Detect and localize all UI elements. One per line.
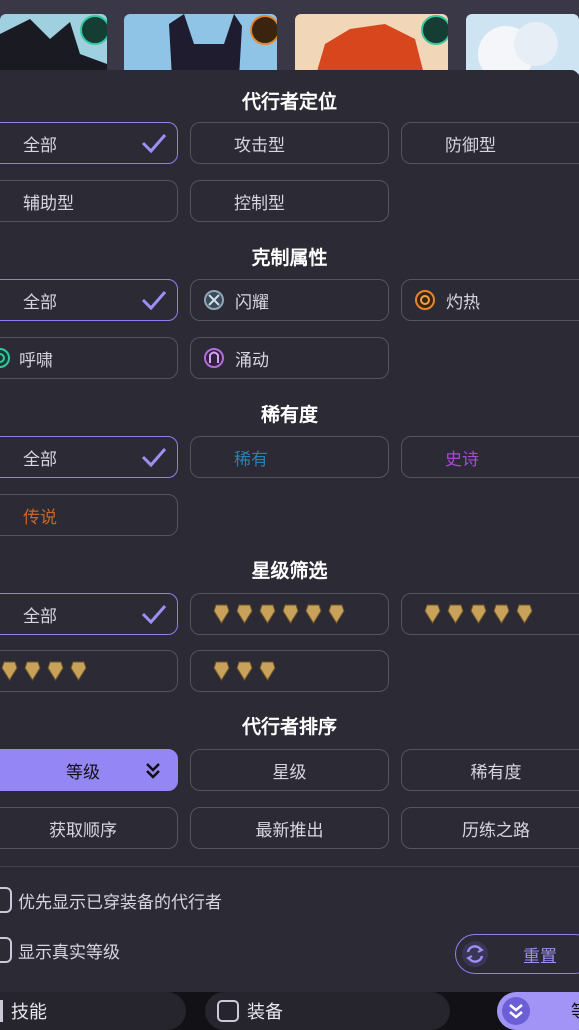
star-icon — [236, 661, 253, 681]
element-option-shine[interactable]: 闪耀 — [190, 279, 389, 321]
star-rating-row — [213, 661, 276, 681]
section-title-rarity: 稀有度 — [260, 404, 318, 426]
check-icon — [141, 605, 167, 625]
character-card[interactable] — [295, 14, 448, 75]
character-card-strip — [0, 0, 579, 75]
check-icon — [141, 448, 167, 468]
sort-option-newest[interactable]: 最新推出 — [190, 807, 389, 849]
star-icon — [424, 604, 441, 624]
skills-tab[interactable]: 技能 — [0, 992, 186, 1030]
element-option-all[interactable]: 全部 — [0, 279, 178, 321]
section-title-role: 代行者定位 — [241, 91, 337, 113]
filter-panel: 代行者定位 全部 攻击型 防御型 辅助型 控制型 克制属性 全部 闪耀 灼热 呼… — [0, 70, 579, 992]
rarity-option-legend[interactable]: 传说 — [0, 494, 178, 536]
role-option-attack[interactable]: 攻击型 — [190, 122, 389, 164]
checkbox-box[interactable] — [0, 887, 12, 913]
star-rating-row — [1, 661, 87, 681]
double-chevron-down-icon — [146, 763, 160, 779]
section-title-element: 克制属性 — [251, 247, 328, 269]
rarity-option-rare[interactable]: 稀有 — [190, 436, 389, 478]
star-icon — [328, 604, 345, 624]
rarity-option-epic[interactable]: 史诗 — [401, 436, 579, 478]
star-icon — [47, 661, 64, 681]
checkbox-real-level[interactable]: 显示真实等级 — [0, 937, 120, 963]
stars-option-6[interactable] — [190, 593, 389, 635]
star-icon — [213, 604, 230, 624]
check-icon — [141, 134, 167, 154]
heat-element-icon — [415, 290, 435, 310]
stars-option-all[interactable]: 全部 — [0, 593, 178, 635]
star-icon — [213, 661, 230, 681]
shine-element-icon — [204, 290, 224, 310]
star-icon — [305, 604, 322, 624]
sort-level-button[interactable]: 等 — [497, 992, 579, 1030]
character-card[interactable] — [124, 14, 277, 75]
star-icon — [447, 604, 464, 624]
element-option-howl[interactable]: 呼啸 — [0, 337, 178, 379]
star-icon — [516, 604, 533, 624]
role-option-control[interactable]: 控制型 — [190, 180, 389, 222]
howl-element-icon — [80, 15, 107, 45]
check-icon — [141, 291, 167, 311]
role-option-all[interactable]: 全部 — [0, 122, 178, 164]
surge-element-icon — [204, 348, 224, 368]
divider — [0, 866, 579, 867]
character-card[interactable] — [466, 14, 579, 75]
checkbox-box[interactable] — [0, 937, 12, 963]
sort-option-rarity[interactable]: 稀有度 — [401, 749, 579, 791]
double-chevron-down-icon — [502, 997, 530, 1025]
bottom-bar: 技能 装备 等 — [0, 992, 579, 1030]
howl-element-icon — [421, 15, 448, 45]
section-title-stars: 星级筛选 — [251, 560, 328, 582]
star-rating-row — [213, 604, 345, 624]
star-icon — [236, 604, 253, 624]
star-icon — [259, 661, 276, 681]
stars-option-4[interactable] — [0, 650, 178, 692]
star-icon — [1, 661, 18, 681]
sort-option-trial-road[interactable]: 历练之路 — [401, 807, 579, 849]
star-icon — [470, 604, 487, 624]
star-icon — [24, 661, 41, 681]
stars-option-3[interactable] — [190, 650, 389, 692]
checkbox-equipped-first[interactable]: 优先显示已穿装备的代行者 — [0, 887, 222, 913]
star-rating-row — [424, 604, 533, 624]
star-icon — [259, 604, 276, 624]
reset-button[interactable]: 重置 — [455, 934, 579, 974]
star-icon — [70, 661, 87, 681]
element-option-heat[interactable]: 灼热 — [401, 279, 579, 321]
refresh-icon — [462, 941, 488, 967]
sort-option-stars[interactable]: 星级 — [190, 749, 389, 791]
role-option-support[interactable]: 辅助型 — [0, 180, 178, 222]
sort-option-acquired[interactable]: 获取顺序 — [0, 807, 178, 849]
character-portrait — [478, 22, 558, 75]
element-option-surge[interactable]: 涌动 — [190, 337, 389, 379]
sort-option-level[interactable]: 等级 — [0, 749, 178, 791]
star-icon — [282, 604, 299, 624]
character-card[interactable] — [0, 14, 107, 75]
rarity-option-all[interactable]: 全部 — [0, 436, 178, 478]
checkbox-box[interactable] — [217, 1000, 239, 1022]
section-title-sort: 代行者排序 — [241, 716, 337, 738]
checkbox-box — [0, 1000, 3, 1022]
equipment-tab[interactable]: 装备 — [205, 992, 450, 1030]
stars-option-5[interactable] — [401, 593, 579, 635]
howl-element-icon — [0, 348, 10, 368]
role-option-defense[interactable]: 防御型 — [401, 122, 579, 164]
heat-element-icon — [250, 15, 277, 45]
star-icon — [493, 604, 510, 624]
